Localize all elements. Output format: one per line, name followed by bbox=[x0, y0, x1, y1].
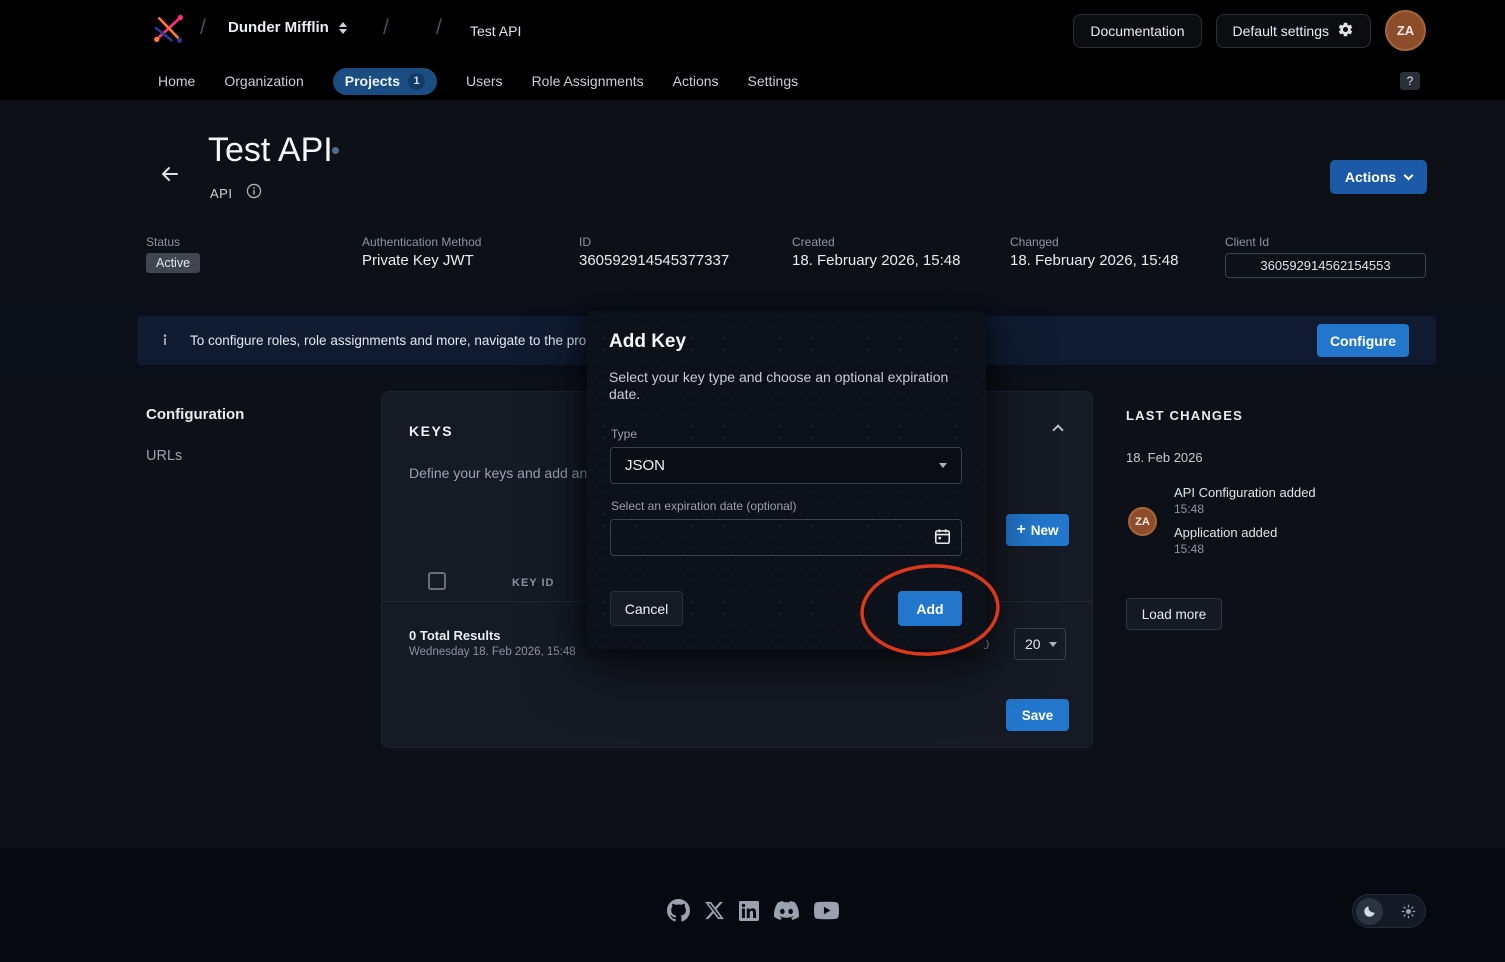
auth-method-value: Private Key JWT bbox=[362, 252, 474, 269]
event-time: 15:48 bbox=[1174, 542, 1204, 556]
nav-tab-home[interactable]: Home bbox=[158, 73, 195, 89]
plus-icon: + bbox=[1016, 522, 1025, 538]
configure-button[interactable]: Configure bbox=[1317, 324, 1409, 357]
main-nav: Home Organization Projects 1 Users Role … bbox=[158, 62, 798, 100]
gear-icon bbox=[1337, 21, 1354, 41]
header-actions: Documentation Default settings ZA bbox=[1073, 10, 1426, 51]
app-type-label: API bbox=[210, 186, 232, 201]
info-icon bbox=[157, 332, 173, 353]
client-id-value[interactable]: 360592914562154553 bbox=[1225, 253, 1426, 278]
page-title: Test API bbox=[208, 131, 333, 170]
type-field-label: Type bbox=[611, 427, 637, 441]
cancel-button[interactable]: Cancel bbox=[610, 591, 683, 626]
title-state-dot bbox=[332, 147, 339, 154]
load-more-button[interactable]: Load more bbox=[1126, 598, 1222, 630]
linkedin-icon[interactable] bbox=[739, 901, 759, 921]
light-mode-sun-icon[interactable] bbox=[1395, 898, 1422, 925]
nav-tab-projects[interactable]: Projects 1 bbox=[333, 68, 437, 95]
github-icon[interactable] bbox=[667, 899, 690, 922]
nav-tab-users[interactable]: Users bbox=[466, 73, 503, 89]
keys-card-title: KEYS bbox=[409, 423, 453, 439]
select-all-checkbox[interactable] bbox=[428, 572, 446, 590]
nav-tab-projects-label: Projects bbox=[345, 73, 400, 89]
chevron-up-icon bbox=[1052, 424, 1063, 435]
banner-text: To configure roles, role assignments and… bbox=[190, 333, 586, 348]
auth-method-label: Authentication Method bbox=[362, 235, 481, 249]
help-button[interactable]: ? bbox=[1400, 72, 1420, 90]
user-avatar[interactable]: ZA bbox=[1385, 10, 1426, 51]
key-type-value: JSON bbox=[625, 457, 665, 474]
event-title: Application added bbox=[1174, 525, 1277, 540]
page-footer bbox=[0, 848, 1505, 962]
info-icon[interactable] bbox=[246, 183, 262, 202]
key-type-select[interactable]: JSON bbox=[610, 447, 962, 484]
total-results: 0 Total Results bbox=[409, 628, 501, 643]
default-settings-label: Default settings bbox=[1233, 23, 1330, 39]
breadcrumb-separator: / bbox=[200, 16, 206, 40]
changed-label: Changed bbox=[1010, 235, 1059, 249]
org-name: Dunder Mifflin bbox=[228, 19, 329, 36]
created-label: Created bbox=[792, 235, 835, 249]
client-id-label: Client Id bbox=[1225, 235, 1269, 249]
save-button[interactable]: Save bbox=[1006, 699, 1069, 731]
add-button[interactable]: Add bbox=[898, 591, 962, 626]
column-header-key-id: KEY ID bbox=[512, 577, 554, 589]
expiration-date-input[interactable] bbox=[611, 520, 961, 555]
youtube-icon[interactable] bbox=[814, 898, 839, 923]
modal-description: Select your key type and choose an optio… bbox=[609, 369, 957, 403]
last-changes-heading: LAST CHANGES bbox=[1126, 408, 1243, 423]
modal-title: Add Key bbox=[609, 331, 686, 353]
add-key-modal: Add Key Select your key type and choose … bbox=[587, 311, 986, 649]
breadcrumb-project[interactable]: Test API bbox=[470, 23, 521, 39]
documentation-button[interactable]: Documentation bbox=[1073, 14, 1201, 48]
org-switcher[interactable]: Dunder Mifflin bbox=[228, 19, 347, 36]
chevron-down-icon bbox=[939, 463, 947, 468]
page-actions-button[interactable]: Actions bbox=[1330, 160, 1427, 194]
status-badge: Active bbox=[146, 253, 200, 273]
new-key-button[interactable]: + New bbox=[1006, 514, 1069, 546]
new-key-label: New bbox=[1031, 523, 1059, 538]
results-timestamp: Wednesday 18. Feb 2026, 15:48 bbox=[409, 646, 576, 658]
changed-value: 18. February 2026, 15:48 bbox=[1010, 252, 1178, 269]
top-header: / Dunder Mifflin / / Test API Documentat… bbox=[0, 0, 1505, 100]
last-changes-date: 18. Feb 2026 bbox=[1126, 450, 1203, 465]
zitadel-logo-icon[interactable] bbox=[148, 8, 190, 53]
expiration-date-field bbox=[610, 519, 962, 556]
chevron-down-icon bbox=[1049, 642, 1057, 647]
configuration-heading: Configuration bbox=[146, 406, 244, 423]
default-settings-button[interactable]: Default settings bbox=[1216, 14, 1372, 48]
id-label: ID bbox=[579, 235, 591, 249]
theme-toggle bbox=[1352, 894, 1426, 928]
unfold-more-icon bbox=[339, 22, 347, 34]
x-twitter-icon[interactable] bbox=[705, 901, 724, 920]
id-value: 360592914545377337 bbox=[579, 252, 729, 269]
chevron-down-icon bbox=[1404, 170, 1414, 180]
calendar-icon[interactable] bbox=[933, 527, 952, 549]
event-time: 15:48 bbox=[1174, 502, 1204, 516]
keys-card-description: Define your keys and add an o bbox=[409, 465, 599, 481]
nav-tab-organization[interactable]: Organization bbox=[224, 73, 303, 89]
nav-tab-role-assignments[interactable]: Role Assignments bbox=[532, 73, 644, 89]
breadcrumb-separator: / bbox=[436, 16, 442, 40]
expiration-field-label: Select an expiration date (optional) bbox=[611, 499, 796, 513]
nav-tab-settings[interactable]: Settings bbox=[748, 73, 799, 89]
social-links bbox=[0, 898, 1505, 923]
app-screen: / Dunder Mifflin / / Test API Documentat… bbox=[0, 0, 1505, 962]
collapse-button[interactable] bbox=[1054, 422, 1062, 437]
breadcrumb-separator: / bbox=[383, 16, 389, 40]
back-button[interactable] bbox=[158, 162, 182, 189]
created-value: 18. February 2026, 15:48 bbox=[792, 252, 960, 269]
discord-icon[interactable] bbox=[774, 898, 799, 923]
status-label: Status bbox=[146, 235, 180, 249]
projects-count-badge: 1 bbox=[408, 73, 425, 90]
event-title: API Configuration added bbox=[1174, 485, 1316, 500]
dark-mode-moon-icon[interactable] bbox=[1356, 898, 1383, 925]
page-size-value: 20 bbox=[1025, 636, 1041, 652]
page-size-select[interactable]: 20 bbox=[1014, 628, 1066, 660]
nav-tab-actions[interactable]: Actions bbox=[673, 73, 719, 89]
event-avatar: ZA bbox=[1128, 507, 1157, 536]
sidebar-item-urls[interactable]: URLs bbox=[146, 448, 182, 464]
page-actions-label: Actions bbox=[1345, 169, 1396, 185]
back-arrow-icon bbox=[158, 162, 182, 186]
